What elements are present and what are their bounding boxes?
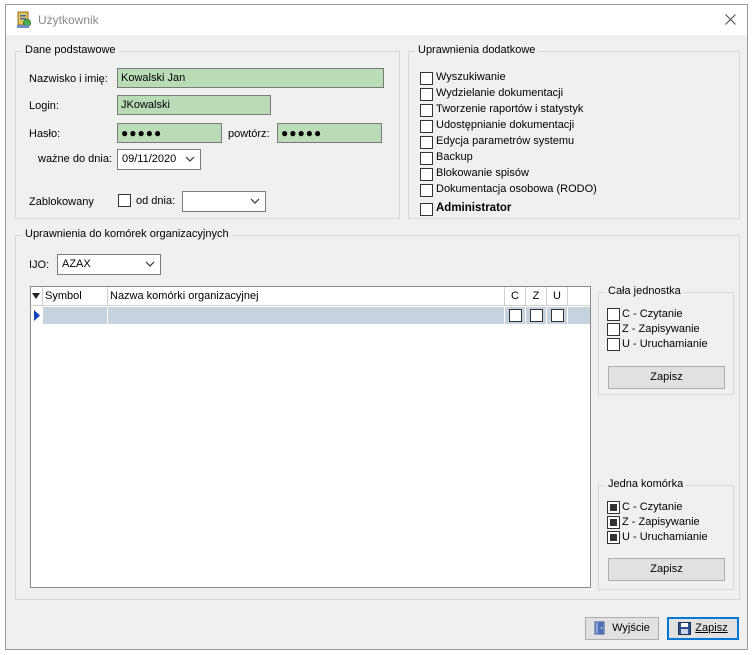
whole-unit-u-label: U - Uruchamianie [622, 338, 708, 350]
column-header-name[interactable]: Nazwa komórki organizacyjnej [108, 287, 505, 306]
row-z-checkbox[interactable] [530, 309, 543, 322]
row-u-cell [547, 307, 568, 324]
valid-until-label: ważne do dnia: [38, 153, 112, 165]
row-u-checkbox[interactable] [551, 309, 564, 322]
org-units-grid[interactable]: Symbol Nazwa komórki organizacyjnej C Z … [30, 286, 591, 588]
row-c-cell [505, 307, 526, 324]
save-button-label: Zapisz [695, 622, 728, 634]
blocked-label: Zablokowany [29, 196, 94, 208]
login-input[interactable]: JKowalski [117, 95, 271, 115]
chevron-down-icon [250, 198, 260, 204]
extra-permission-checkbox-2[interactable] [420, 104, 433, 117]
dropdown-triangle-icon [32, 293, 40, 299]
blocked-from-label: od dnia: [136, 195, 176, 207]
whole-unit-c-label: C - Czytanie [622, 308, 683, 320]
row-name-cell[interactable] [108, 307, 505, 324]
password-label: Hasło: [29, 128, 61, 140]
column-header-u[interactable]: U [547, 287, 568, 306]
save-button[interactable]: Zapisz [667, 617, 739, 640]
close-icon [724, 14, 736, 25]
window-title: Użytkownik [38, 13, 99, 27]
extra-permission-checkbox-6[interactable] [420, 168, 433, 181]
ijo-select[interactable]: AZAX [57, 254, 161, 275]
extra-permission-checkbox-0[interactable] [420, 72, 433, 85]
column-header-symbol[interactable]: Symbol [43, 287, 108, 306]
password-input[interactable]: ●●●●● [117, 123, 222, 143]
column-header-c[interactable]: C [505, 287, 526, 306]
extra-permission-label-0: Wyszukiwanie [436, 71, 506, 83]
row-pointer-icon [34, 310, 40, 321]
extra-permission-label-8: Administrator [436, 202, 512, 214]
extra-permission-checkbox-5[interactable] [420, 152, 433, 165]
grid-menu-cell[interactable] [31, 287, 43, 306]
extra-permission-checkbox-4[interactable] [420, 136, 433, 149]
single-cell-save-button[interactable]: Zapisz [608, 558, 725, 581]
login-label: Login: [29, 100, 59, 112]
whole-unit-z-checkbox[interactable] [607, 323, 620, 336]
floppy-disk-icon [678, 621, 692, 635]
basic-data-title: Dane podstawowe [22, 44, 119, 56]
extra-permission-label-3: Udostępnianie dokumentacji [436, 119, 575, 131]
extra-permission-label-5: Backup [436, 151, 473, 163]
user-dialog: Użytkownik Dane podstawowe Nazwisko i im… [5, 4, 748, 650]
table-row[interactable] [31, 307, 590, 324]
extra-permission-checkbox-1[interactable] [420, 88, 433, 101]
column-header-z[interactable]: Z [526, 287, 547, 306]
row-symbol-cell[interactable] [43, 307, 108, 324]
extra-permission-label-6: Blokowanie spisów [436, 167, 529, 179]
single-cell-title: Jedna komórka [605, 478, 687, 490]
extra-permission-label-4: Edycja parametrów systemu [436, 135, 575, 147]
single-cell-c-checkbox[interactable] [607, 501, 620, 514]
name-input[interactable]: Kowalski Jan [117, 68, 384, 88]
valid-until-value: 09/11/2020 [122, 153, 177, 165]
close-button[interactable] [719, 10, 741, 30]
single-cell-u-label: U - Uruchamianie [622, 531, 708, 543]
grid-header: Symbol Nazwa komórki organizacyjnej C Z … [31, 287, 590, 306]
name-label: Nazwisko i imię: [29, 73, 108, 85]
extra-permissions-title: Uprawnienia dodatkowe [415, 44, 539, 56]
single-cell-u-checkbox[interactable] [607, 531, 620, 544]
extra-permission-label-7: Dokumentacja osobowa (RODO) [436, 183, 597, 195]
exit-button-label: Wyjście [612, 622, 650, 634]
blocked-checkbox[interactable] [118, 194, 131, 207]
title-bar: Użytkownik [6, 5, 747, 35]
whole-unit-save-button[interactable]: Zapisz [608, 366, 725, 389]
blocked-from-date[interactable] [182, 191, 266, 212]
whole-unit-c-checkbox[interactable] [607, 308, 620, 321]
user-app-icon [17, 11, 31, 28]
extra-permission-checkbox-3[interactable] [420, 120, 433, 133]
exit-button[interactable]: Wyjście [585, 617, 659, 640]
single-cell-z-label: Z - Zapisywanie [622, 516, 700, 528]
extra-permission-checkbox-7[interactable] [420, 184, 433, 197]
single-cell-c-label: C - Czytanie [622, 501, 683, 513]
row-indicator [31, 307, 43, 324]
row-z-cell [526, 307, 547, 324]
valid-until-date[interactable]: 09/11/2020 [117, 149, 201, 170]
whole-unit-title: Cała jednostka [605, 285, 684, 297]
repeat-password-input[interactable]: ●●●●● [277, 123, 382, 143]
exit-door-icon [594, 621, 605, 635]
extra-permission-checkbox-8[interactable] [420, 203, 433, 216]
ijo-label: IJO: [29, 259, 50, 271]
extra-permission-label-2: Tworzenie raportów i statystyk [436, 103, 584, 115]
whole-unit-z-label: Z - Zapisywanie [622, 323, 700, 335]
chevron-down-icon [185, 156, 195, 162]
ijo-value: AZAX [62, 258, 91, 270]
row-c-checkbox[interactable] [509, 309, 522, 322]
whole-unit-u-checkbox[interactable] [607, 338, 620, 351]
chevron-down-icon [145, 261, 155, 267]
repeat-password-label: powtórz: [228, 128, 270, 140]
org-permissions-title: Uprawnienia do komórek organizacyjnych [22, 228, 232, 240]
single-cell-z-checkbox[interactable] [607, 516, 620, 529]
extra-permission-label-1: Wydzielanie dokumentacji [436, 87, 564, 99]
